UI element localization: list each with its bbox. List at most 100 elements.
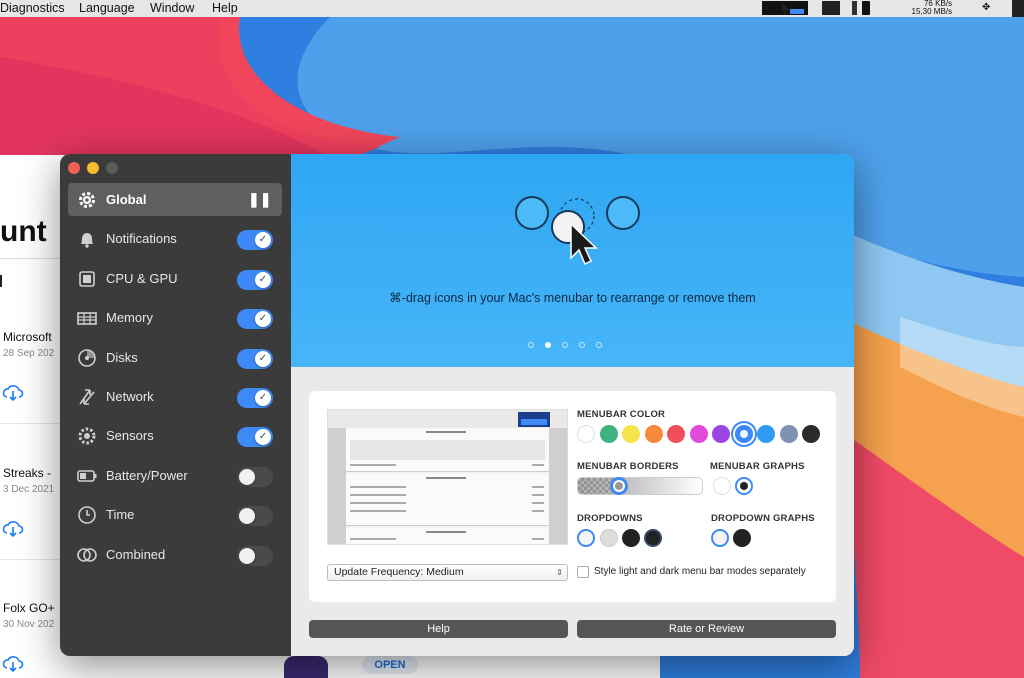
rate-review-button[interactable]: Rate or Review (577, 620, 836, 638)
app-menu-icon[interactable] (1012, 0, 1024, 17)
graph-style-dark[interactable] (735, 477, 753, 495)
graph-style-light[interactable] (713, 477, 731, 495)
net-download-speed: 15,30 MB/s (911, 7, 952, 16)
page-indicator-dot[interactable] (545, 342, 551, 348)
color-swatch[interactable] (802, 425, 820, 443)
bell-icon (76, 228, 98, 250)
toggle-switch[interactable] (237, 506, 273, 527)
sidebar-item-label: Notifications (106, 231, 177, 247)
color-swatch[interactable] (689, 425, 708, 443)
store-heading: unt (0, 215, 47, 248)
onboarding-banner: ⌘-drag icons in your Mac's menubar to re… (291, 154, 854, 367)
toggle-switch[interactable] (237, 466, 273, 487)
grid-menu-icon[interactable]: ✥ (982, 2, 992, 14)
color-swatch[interactable] (734, 425, 753, 443)
memory-graph-icon[interactable] (822, 1, 840, 15)
page-indicator-dot[interactable] (579, 342, 585, 348)
battery-bar-icon[interactable] (862, 1, 870, 15)
menu-window[interactable]: Window (150, 1, 194, 15)
disk-icon (76, 347, 98, 369)
toggle-knob: ✓ (255, 390, 271, 406)
color-swatch[interactable] (779, 425, 798, 443)
dropdown-graph-light[interactable] (711, 529, 729, 547)
preview-dropdown (346, 428, 549, 472)
combined-icon (76, 544, 98, 566)
dropdown-style-light[interactable] (577, 529, 595, 547)
sidebar-item-label: Global (106, 192, 147, 207)
disk-graph-icon[interactable] (852, 1, 857, 15)
gear-icon (76, 189, 98, 211)
color-swatch[interactable] (577, 425, 595, 443)
zoom-button[interactable] (106, 162, 118, 174)
sidebar-item-label: Network (106, 389, 154, 404)
system-menubar: Diagnostics Language Window Help 76 KB/s… (0, 0, 1024, 17)
sidebar-item-memory[interactable]: Memory ✓ (68, 301, 282, 334)
menubar-borders-label: MENUBAR BORDERS (577, 461, 679, 472)
battery-icon (76, 465, 98, 487)
sidebar-item-sensors[interactable]: Sensors ✓ (68, 419, 282, 452)
style-separately-label: Style light and dark menu bar modes sepa… (594, 566, 806, 577)
sidebar-item-global[interactable]: Global ❚❚ (68, 183, 282, 216)
sidebar-item-label: Battery/Power (106, 467, 188, 483)
sidebar-item-notifications[interactable]: Notifications ✓ (68, 222, 282, 255)
sidebar-item-time[interactable]: Time (68, 498, 282, 531)
app-icon (284, 656, 328, 678)
toggle-knob: ✓ (255, 271, 271, 288)
network-speed-widget[interactable]: 76 KB/s 15,30 MB/s (892, 0, 952, 17)
preview-dropdown (346, 528, 549, 544)
sidebar-item-network[interactable]: Network ✓ (68, 380, 282, 413)
pause-icon[interactable]: ❚❚ (248, 191, 271, 208)
sidebar-item-label: Memory (106, 310, 153, 326)
open-button[interactable]: OPEN (362, 656, 418, 674)
sidebar-item-disks[interactable]: Disks ✓ (68, 341, 282, 374)
style-separately-checkbox[interactable] (577, 566, 589, 578)
color-swatch[interactable] (667, 425, 685, 443)
sidebar-item-combined[interactable]: Combined (68, 538, 282, 571)
update-frequency-select[interactable]: Update Frequency: Medium ⇕ (327, 564, 568, 581)
color-swatch[interactable] (644, 425, 663, 443)
appearance-panel: MENUBAR COLOR MENUBAR BORDERS MENUBAR GR… (291, 367, 854, 656)
sidebar-item-label: Combined (106, 546, 166, 562)
toggle-switch[interactable]: ✓ (237, 309, 273, 330)
page-indicator-dot[interactable] (596, 342, 602, 348)
color-swatch[interactable] (757, 425, 775, 443)
app-name: Microsoft (3, 330, 52, 344)
sidebar-item-battery-power[interactable]: Battery/Power (68, 459, 282, 492)
toggle-switch[interactable]: ✓ (237, 388, 273, 408)
menubar-borders-slider[interactable] (577, 477, 703, 495)
toggle-switch[interactable]: ✓ (237, 230, 273, 251)
sidebar-item-cpu-gpu[interactable]: CPU & GPU ✓ (68, 262, 282, 295)
help-button[interactable]: Help (309, 620, 568, 638)
drag-illustration-icon (515, 196, 640, 266)
dropdown-style-darker[interactable] (644, 529, 662, 547)
toggle-switch[interactable]: ✓ (237, 269, 273, 290)
toggle-switch[interactable]: ✓ (237, 427, 273, 448)
color-swatch[interactable] (599, 425, 618, 443)
preview-graph-icon (518, 412, 550, 427)
minimize-button[interactable] (87, 162, 99, 174)
dropdown-graphs-label: DROPDOWN GRAPHS (711, 513, 815, 524)
preview-dropdown (346, 474, 549, 526)
sidebar-item-label: CPU & GPU (106, 270, 178, 286)
menu-language[interactable]: Language (79, 1, 135, 15)
dropdown-graph-dark[interactable] (733, 529, 751, 547)
app-date: 30 Nov 202 (3, 619, 55, 630)
page-indicator-dot[interactable] (562, 342, 568, 348)
dropdown-style-dark[interactable] (622, 529, 640, 547)
dropdown-style-gray[interactable] (600, 529, 618, 547)
slider-thumb[interactable] (610, 477, 628, 495)
color-swatch[interactable] (712, 425, 730, 443)
update-frequency-value: Update Frequency: Medium (334, 566, 464, 578)
color-swatch[interactable] (622, 425, 640, 443)
page-indicator-dot[interactable] (528, 342, 534, 348)
cloud-download-icon[interactable] (2, 519, 24, 537)
cloud-download-icon[interactable] (2, 383, 24, 401)
banner-instruction: ⌘-drag icons in your Mac's menubar to re… (389, 291, 756, 305)
toggle-switch[interactable] (237, 545, 273, 566)
cloud-download-icon[interactable] (2, 654, 24, 672)
toggle-switch[interactable]: ✓ (237, 348, 273, 369)
close-button[interactable] (68, 162, 80, 174)
menu-diagnostics[interactable]: Diagnostics (0, 1, 65, 15)
toggle-knob (239, 547, 255, 564)
menu-help[interactable]: Help (212, 1, 238, 15)
